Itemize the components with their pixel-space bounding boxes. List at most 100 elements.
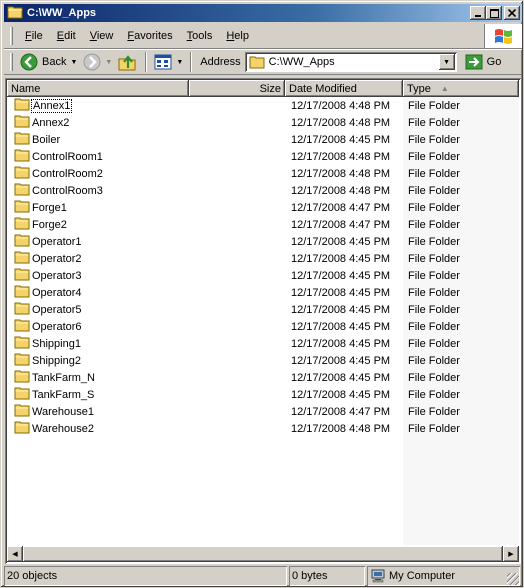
minimize-button[interactable] bbox=[470, 6, 486, 20]
back-dropdown-icon[interactable]: ▼ bbox=[70, 59, 77, 66]
file-name-cell[interactable]: Operator5 bbox=[7, 301, 189, 318]
up-folder-icon bbox=[118, 55, 136, 71]
column-header-size[interactable]: Size bbox=[189, 80, 285, 97]
table-row[interactable]: Warehouse2 12/17/2008 4:48 PM File Folder bbox=[7, 420, 517, 437]
file-name: Operator6 bbox=[32, 320, 82, 333]
column-header-type[interactable]: Type ▲ bbox=[403, 80, 519, 97]
file-type: File Folder bbox=[408, 269, 460, 282]
close-button[interactable] bbox=[504, 6, 520, 20]
close-icon bbox=[508, 9, 516, 17]
table-row[interactable]: Boiler 12/17/2008 4:45 PM File Folder bbox=[7, 131, 517, 148]
table-row[interactable]: Warehouse1 12/17/2008 4:47 PM File Folder bbox=[7, 403, 517, 420]
file-name-cell[interactable]: Operator4 bbox=[7, 284, 189, 301]
file-name: Warehouse1 bbox=[32, 405, 94, 418]
folder-icon bbox=[14, 318, 30, 335]
address-label: Address bbox=[200, 56, 241, 68]
go-button[interactable]: Go bbox=[465, 54, 502, 70]
forward-button[interactable]: ▼ bbox=[80, 51, 115, 73]
menu-tools[interactable]: Tools bbox=[181, 28, 219, 44]
file-name-cell[interactable]: Shipping1 bbox=[7, 335, 189, 352]
menubar-grip[interactable] bbox=[10, 27, 13, 45]
file-type: File Folder bbox=[408, 252, 460, 265]
file-list[interactable]: Name Size Date Modified Type ▲ Annex1 12/1… bbox=[5, 78, 521, 564]
column-header-date[interactable]: Date Modified bbox=[285, 80, 403, 97]
table-row[interactable]: Operator5 12/17/2008 4:45 PM File Folder bbox=[7, 301, 517, 318]
file-name-cell[interactable]: Warehouse1 bbox=[7, 403, 189, 420]
file-date: 12/17/2008 4:48 PM bbox=[291, 184, 391, 197]
table-row[interactable]: Operator3 12/17/2008 4:45 PM File Folder bbox=[7, 267, 517, 284]
toolbar-grip[interactable] bbox=[10, 53, 13, 71]
file-name-cell[interactable]: ControlRoom3 bbox=[7, 182, 189, 199]
file-name-cell[interactable]: Operator6 bbox=[7, 318, 189, 335]
table-row[interactable]: Operator2 12/17/2008 4:45 PM File Folder bbox=[7, 250, 517, 267]
menu-edit[interactable]: Edit bbox=[51, 28, 82, 44]
file-date: 12/17/2008 4:45 PM bbox=[291, 337, 391, 350]
views-button[interactable]: ▼ bbox=[151, 52, 186, 72]
scroll-left-button[interactable]: ◀ bbox=[7, 546, 23, 562]
column-header-name[interactable]: Name bbox=[7, 80, 189, 97]
table-row[interactable]: Operator6 12/17/2008 4:45 PM File Folder bbox=[7, 318, 517, 335]
file-name-cell[interactable]: ControlRoom1 bbox=[7, 148, 189, 165]
views-dropdown-icon[interactable]: ▼ bbox=[176, 59, 183, 66]
file-name-cell[interactable]: Shipping2 bbox=[7, 352, 189, 369]
address-input[interactable]: C:\WW_Apps ▼ bbox=[244, 52, 457, 72]
table-row[interactable]: TankFarm_S 12/17/2008 4:45 PM File Folder bbox=[7, 386, 517, 403]
go-label: Go bbox=[486, 56, 502, 68]
folder-icon bbox=[14, 369, 30, 386]
menu-help[interactable]: Help bbox=[220, 28, 255, 44]
file-name-cell[interactable]: Forge1 bbox=[7, 199, 189, 216]
table-row[interactable]: Shipping1 12/17/2008 4:45 PM File Folder bbox=[7, 335, 517, 352]
horizontal-scrollbar[interactable]: ◀ ▶ bbox=[7, 546, 519, 562]
menu-favorites[interactable]: Favorites bbox=[121, 28, 178, 44]
file-name-cell[interactable]: Boiler bbox=[7, 131, 189, 148]
file-rows: Annex1 12/17/2008 4:48 PM File Folder Annex… bbox=[7, 97, 517, 437]
address-dropdown-button[interactable]: ▼ bbox=[438, 54, 455, 70]
file-name-cell[interactable]: TankFarm_N bbox=[7, 369, 189, 386]
table-row[interactable]: Annex1 12/17/2008 4:48 PM File Folder bbox=[7, 97, 517, 114]
maximize-button[interactable] bbox=[486, 6, 502, 20]
menu-view[interactable]: View bbox=[84, 28, 120, 44]
table-row[interactable]: Operator1 12/17/2008 4:45 PM File Folder bbox=[7, 233, 517, 250]
table-row[interactable]: Shipping2 12/17/2008 4:45 PM File Folder bbox=[7, 352, 517, 369]
scroll-thumb[interactable] bbox=[23, 546, 503, 562]
file-name-cell[interactable]: Annex2 bbox=[7, 114, 189, 131]
table-row[interactable]: ControlRoom1 12/17/2008 4:48 PM File Folde… bbox=[7, 148, 517, 165]
folder-icon bbox=[14, 148, 30, 165]
file-name-cell[interactable]: Operator3 bbox=[7, 267, 189, 284]
folder-icon bbox=[14, 131, 30, 148]
file-name-cell[interactable]: Warehouse2 bbox=[7, 420, 189, 437]
table-row[interactable]: TankFarm_N 12/17/2008 4:45 PM File Folder bbox=[7, 369, 517, 386]
table-row[interactable]: ControlRoom3 12/17/2008 4:48 PM File Folde… bbox=[7, 182, 517, 199]
folder-icon bbox=[14, 250, 30, 267]
menu-file[interactable]: File bbox=[19, 28, 49, 44]
file-name: Shipping1 bbox=[32, 337, 81, 350]
file-name: Annex2 bbox=[32, 116, 70, 129]
table-row[interactable]: Forge2 12/17/2008 4:47 PM File Folder bbox=[7, 216, 517, 233]
file-date: 12/17/2008 4:45 PM bbox=[291, 303, 391, 316]
table-row[interactable]: ControlRoom2 12/17/2008 4:48 PM File Folde… bbox=[7, 165, 517, 182]
file-name: Operator1 bbox=[32, 235, 82, 248]
file-name: TankFarm_N bbox=[32, 371, 95, 384]
up-button[interactable] bbox=[115, 51, 141, 73]
file-name: ControlRoom3 bbox=[32, 184, 103, 197]
file-name-cell[interactable]: Operator1 bbox=[7, 233, 189, 250]
title-bar[interactable]: C:\WW_Apps bbox=[4, 4, 522, 22]
file-name: Forge1 bbox=[32, 201, 67, 214]
forward-dropdown-icon[interactable]: ▼ bbox=[105, 59, 112, 66]
file-name-cell[interactable]: Forge2 bbox=[7, 216, 189, 233]
scroll-right-button[interactable]: ▶ bbox=[503, 546, 519, 562]
file-type: File Folder bbox=[408, 337, 460, 350]
back-arrow-icon bbox=[20, 53, 38, 71]
table-row[interactable]: Annex2 12/17/2008 4:48 PM File Folder bbox=[7, 114, 517, 131]
file-name-cell[interactable]: Annex1 bbox=[7, 97, 189, 114]
resize-grip[interactable] bbox=[507, 573, 519, 585]
file-date: 12/17/2008 4:45 PM bbox=[291, 235, 391, 248]
back-button[interactable]: Back ▼ bbox=[17, 51, 80, 73]
file-name-cell[interactable]: Operator2 bbox=[7, 250, 189, 267]
file-name-cell[interactable]: TankFarm_S bbox=[7, 386, 189, 403]
file-name: Operator4 bbox=[32, 286, 82, 299]
table-row[interactable]: Operator4 12/17/2008 4:45 PM File Folder bbox=[7, 284, 517, 301]
table-row[interactable]: Forge1 12/17/2008 4:47 PM File Folder bbox=[7, 199, 517, 216]
folder-icon bbox=[14, 97, 30, 114]
file-name-cell[interactable]: ControlRoom2 bbox=[7, 165, 189, 182]
